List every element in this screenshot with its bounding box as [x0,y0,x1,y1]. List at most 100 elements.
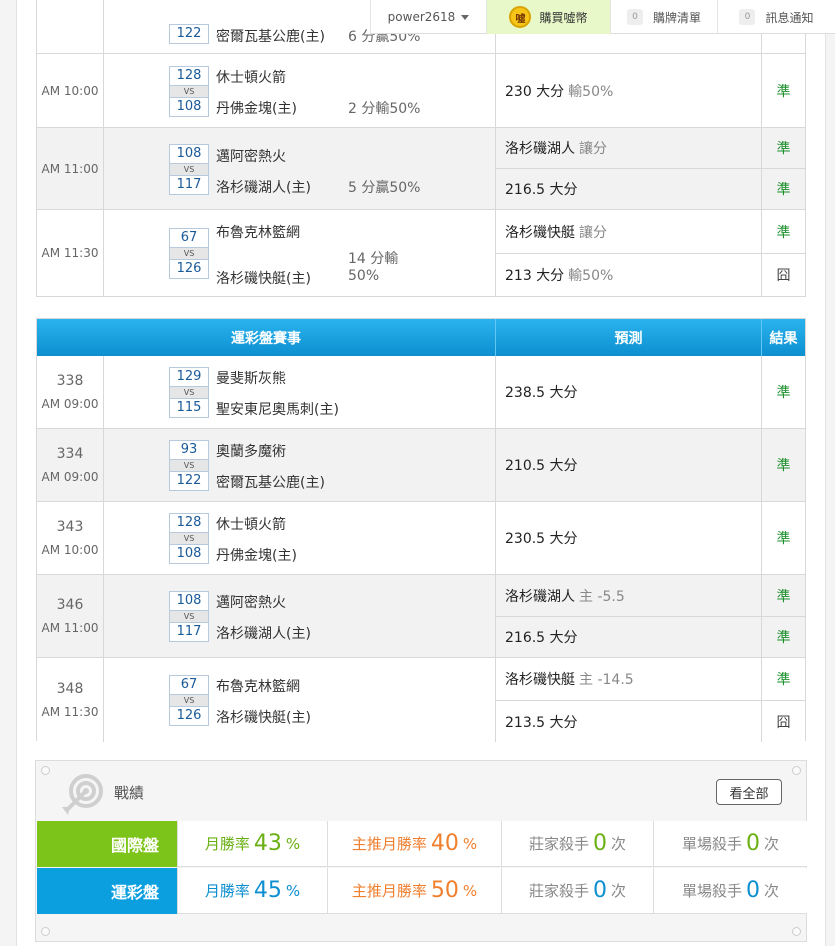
home-team[interactable]: 丹佛金塊(主) [216,98,297,118]
away-score: 108 [169,591,209,611]
result-badge: 準 [776,182,791,198]
home-score: 126 [169,706,209,726]
header-result: 結果 [761,319,805,356]
away-score: 67 [169,228,209,248]
purchase-list-button[interactable]: 0 購牌清單 [610,0,717,34]
vs-label: VS [169,533,209,544]
monthly-win-rate: 月勝率 45% [177,868,327,914]
away-score: 128 [169,66,209,86]
buy-coins-button[interactable]: 噓 購買噓幣 [486,0,610,34]
prediction: 洛杉磯湖人主 -5.5 [505,588,625,605]
single-game-killer: 單場殺手 0 次 [653,821,807,867]
handicap-result: 5 分贏50% [348,180,421,196]
prediction: 216.5 大分 [505,182,578,198]
target-icon [62,774,103,815]
home-team[interactable]: 聖安東尼奧馬刺(主) [216,399,339,419]
top-pick-win-rate: 主推月勝率 50% [327,868,501,914]
vs-label: VS [169,695,209,706]
game-time: AM 09:00 [41,397,99,411]
handicap-result-pct: 50% [348,268,380,284]
record-title: 戰績 [114,784,145,802]
game-time: AM 11:30 [41,246,99,260]
away-team[interactable]: 布魯克林籃網 [216,222,300,242]
result-badge: 準 [776,224,791,241]
corner-dot [41,927,50,936]
away-score: 129 [169,367,209,387]
result-badge: 準 [776,458,791,474]
table-row: 343 AM 10:00 128 VS 108 休士頓火箭 丹佛金塊(主) 230… [37,502,805,575]
vs-label: VS [169,611,209,622]
game-time: AM 11:00 [41,161,99,176]
prediction: 230 大分 輸50% [505,83,614,100]
away-team[interactable]: 休士頓火箭 [216,514,286,534]
away-team[interactable]: 休士頓火箭 [216,67,286,87]
game-number: 348 [56,681,84,697]
intl-stats-row: 國際盤 月勝率 43% 主推月勝率 40% 莊家殺手 0 次 單場殺手 0 次 [37,821,807,867]
prediction: 213.5 大分 [505,714,578,731]
away-team[interactable]: 曼斐斯灰熊 [216,368,286,388]
home-team[interactable]: 洛杉磯快艇(主) [216,707,311,727]
prediction: 210.5 大分 [505,458,578,474]
view-all-button[interactable]: 看全部 [716,779,782,805]
home-team[interactable]: 洛杉磯快艇(主) [216,268,311,288]
table-row: AM 11:00 108 VS 117 邁阿密熱火 洛杉磯湖人(主) 5 分贏5… [37,128,805,210]
top-pick-win-rate: 主推月勝率 40% [327,821,501,867]
vs-label: VS [169,460,209,471]
page-left-gutter [0,0,17,946]
vs-label: VS [169,86,209,97]
home-score: 117 [169,622,209,642]
dealer-killer: 莊家殺手 0 次 [501,821,653,867]
dealer-killer: 莊家殺手 0 次 [501,868,653,914]
monthly-win-rate: 月勝率 43% [177,821,327,867]
corner-dot [41,766,50,775]
result-badge: 準 [776,588,791,605]
single-game-killer: 單場殺手 0 次 [653,868,807,914]
prediction: 洛杉磯快艇 讓分 [505,224,607,241]
notifications-button[interactable]: 0 訊息通知 [717,0,835,34]
home-team[interactable]: 密爾瓦基公鹿(主) [216,472,325,492]
away-score: 108 [169,144,209,164]
game-time: AM 11:30 [41,705,99,719]
away-score: 93 [169,440,209,460]
home-score: 126 [169,259,209,279]
away-team[interactable]: 布魯克林籃網 [216,676,300,696]
table-header: 運彩盤賽事 預測 結果 [37,319,805,356]
vs-label: VS [169,164,209,175]
table-row: 346 AM 11:00 108 VS 117 邁阿密熱火 洛杉磯湖人(主) 洛杉… [37,575,805,658]
table-row: 338 AM 09:00 129 VS 115 曼斐斯灰熊 聖安東尼奧馬刺(主) … [37,356,805,429]
away-team[interactable]: 邁阿密熱火 [216,592,286,612]
prediction: 238.5 大分 [505,385,578,401]
vs-label: VS [169,248,209,259]
cart-count-badge: 0 [626,9,643,25]
intl-prediction-table: 122 密爾瓦基公鹿(主) 6 分贏50% AM 10:00 128 VS 10… [36,0,806,297]
lottery-label[interactable]: 運彩盤 [37,868,189,914]
table-row: AM 11:30 67 VS 126 布魯克林籃網 洛杉磯快艇(主) 14 分輸… [37,210,805,297]
home-score: 108 [169,544,209,564]
result-badge: 準 [776,385,791,401]
coin-icon: 噓 [509,6,532,28]
prediction: 洛杉磯快艇主 -14.5 [505,672,634,688]
game-number: 346 [56,597,84,613]
away-score: 128 [169,513,209,533]
result-badge: 準 [776,83,791,100]
home-team[interactable]: 洛杉磯湖人(主) [216,623,311,643]
header-prediction: 預測 [495,319,761,356]
away-score: 67 [169,675,209,695]
away-team[interactable]: 邁阿密熱火 [216,146,286,166]
caret-down-icon [461,14,470,20]
away-team[interactable]: 奧蘭多魔術 [216,441,286,461]
lottery-prediction-table: 運彩盤賽事 預測 結果 338 AM 09:00 129 VS 115 曼斐斯灰熊… [36,318,806,742]
result-badge: 準 [776,672,791,688]
prediction: 213 大分 輸50% [505,268,614,284]
home-team[interactable]: 丹佛金塊(主) [216,545,297,565]
home-team[interactable]: 洛杉磯湖人(主) [216,177,311,197]
record-panel: 戰績 看全部 國際盤 月勝率 43% 主推月勝率 40% 莊家殺手 0 次 單場殺手 0 次… [35,760,807,942]
lottery-stats-row: 運彩盤 月勝率 45% 主推月勝率 50% 莊家殺手 0 次 單場殺手 0 次 [37,868,807,914]
game-number: 343 [56,519,84,535]
intl-label[interactable]: 國際盤 [37,821,189,867]
home-score: 108 [169,97,209,117]
home-score: 117 [169,175,209,195]
username: power2618 [387,10,456,24]
page-right-gutter [825,0,835,946]
user-menu[interactable]: power2618 [370,0,486,34]
